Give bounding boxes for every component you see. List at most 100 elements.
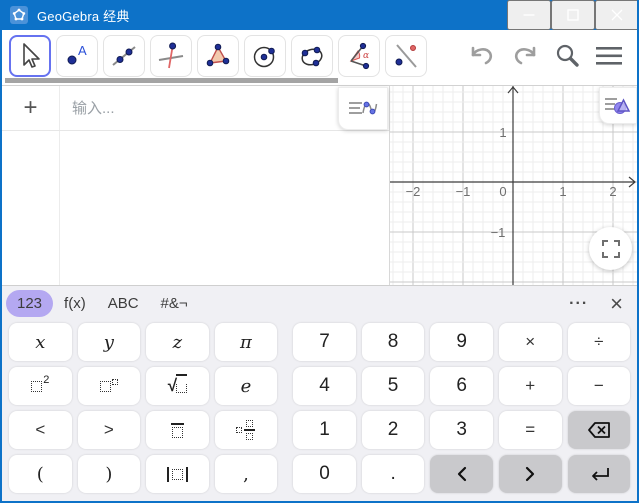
key-multiply[interactable]: × xyxy=(498,323,562,361)
reflect-tool-icon xyxy=(395,44,417,68)
tab-letters[interactable]: ABC xyxy=(97,290,150,317)
key-1[interactable]: 1 xyxy=(293,411,356,449)
virtual-keyboard: 123 f(x) ABC #&¬ ··· × x y z π 7 8 9 × ÷ xyxy=(2,285,637,501)
caret-right-icon xyxy=(526,466,535,482)
key-recurring-decimal[interactable] xyxy=(146,411,209,449)
key-x[interactable]: x xyxy=(9,323,72,361)
geogebra-window: GeoGebra 经典 A α + 输入... −2 −1 0 1 2 1 −1… xyxy=(0,0,639,503)
fullscreen-button[interactable] xyxy=(589,227,632,270)
key-3[interactable]: 3 xyxy=(430,411,493,449)
key-z[interactable]: z xyxy=(146,323,209,361)
maximize-button[interactable] xyxy=(551,0,595,30)
keyboard-more-button[interactable]: ··· xyxy=(569,295,588,313)
menu-icon xyxy=(596,47,622,65)
svg-text:−1: −1 xyxy=(456,184,471,199)
svg-text:2: 2 xyxy=(609,184,616,199)
key-enter[interactable] xyxy=(567,455,631,493)
angle-tool-button[interactable]: α xyxy=(338,35,380,77)
add-input-button[interactable]: + xyxy=(2,86,59,130)
key-cursor-right[interactable] xyxy=(498,455,562,493)
perpendicular-line-tool-button[interactable] xyxy=(150,35,192,77)
square-placeholder-icon xyxy=(31,380,43,392)
recurring-decimal-icon xyxy=(170,422,184,438)
key-0[interactable]: 0 xyxy=(293,455,356,493)
key-backspace[interactable] xyxy=(567,411,631,449)
search-icon xyxy=(556,44,579,67)
toolbar-scrollbar-thumb[interactable] xyxy=(5,78,338,83)
polygon-tool-button[interactable] xyxy=(197,35,239,77)
key-square[interactable]: 2 xyxy=(9,367,72,405)
caret-left-icon xyxy=(457,466,466,482)
key-equals[interactable]: = xyxy=(498,411,562,449)
line-tool-button[interactable] xyxy=(103,35,145,77)
key-y[interactable]: y xyxy=(77,323,141,361)
line-tool-icon xyxy=(112,46,136,66)
titlebar: GeoGebra 经典 xyxy=(2,0,637,30)
key-abs[interactable] xyxy=(146,455,209,493)
window-title: GeoGebra 经典 xyxy=(37,8,130,24)
key-mixed-fraction[interactable] xyxy=(214,411,278,449)
minimize-button[interactable] xyxy=(507,0,551,30)
tab-symbols[interactable]: #&¬ xyxy=(150,290,199,317)
key-9[interactable]: 9 xyxy=(430,323,493,361)
minimize-icon xyxy=(523,14,535,16)
polygon-tool-icon xyxy=(206,43,230,67)
key-divide[interactable]: ÷ xyxy=(567,323,631,361)
move-cursor-icon xyxy=(23,43,40,68)
app-logo-icon xyxy=(10,6,28,24)
keyboard-keys: x y z π 7 8 9 × ÷ 2 √ e 4 5 6 + − < > 1 … xyxy=(2,321,637,493)
key-8[interactable]: 8 xyxy=(361,323,425,361)
key-close-paren[interactable]: ) xyxy=(77,455,141,493)
svg-text:A: A xyxy=(78,43,87,58)
conic-through-points-tool-button[interactable] xyxy=(291,35,333,77)
key-pi[interactable]: π xyxy=(214,323,278,361)
move-tool-button[interactable] xyxy=(9,35,51,77)
toolbar-actions xyxy=(468,43,623,72)
fullscreen-icon xyxy=(601,239,620,258)
algebra-view: + xyxy=(2,86,390,285)
key-greater-than[interactable]: > xyxy=(77,411,141,449)
menu-button[interactable] xyxy=(595,45,623,70)
algebra-stylebar-button[interactable] xyxy=(338,87,388,130)
key-decimal-point[interactable]: . xyxy=(361,455,425,493)
key-plus[interactable]: + xyxy=(498,367,562,405)
close-button[interactable] xyxy=(595,0,637,30)
circle-tool-icon xyxy=(253,46,275,68)
key-comma[interactable]: , xyxy=(214,455,278,493)
svg-text:1: 1 xyxy=(559,184,566,199)
key-power[interactable] xyxy=(77,367,141,405)
key-less-than[interactable]: < xyxy=(9,411,72,449)
key-5[interactable]: 5 xyxy=(361,367,425,405)
graphics-view[interactable]: −2 −1 0 1 2 1 −1 xyxy=(390,86,637,285)
mixed-fraction-icon xyxy=(236,420,256,440)
close-icon xyxy=(611,9,623,21)
redo-button[interactable] xyxy=(511,44,539,71)
backspace-icon xyxy=(587,422,610,438)
svg-text:1: 1 xyxy=(499,125,506,140)
tab-numbers[interactable]: 123 xyxy=(6,290,54,317)
svg-text:−2: −2 xyxy=(406,184,421,199)
content-area: + 输入... −2 −1 0 1 2 1 −1 xyxy=(2,86,637,285)
algebra-input-row: + xyxy=(2,86,389,131)
key-open-paren[interactable]: ( xyxy=(9,455,72,493)
point-tool-button[interactable]: A xyxy=(56,35,98,77)
key-e[interactable]: e xyxy=(214,367,278,405)
circle-center-point-tool-button[interactable] xyxy=(244,35,286,77)
key-2[interactable]: 2 xyxy=(361,411,425,449)
enter-icon xyxy=(591,468,609,481)
keyboard-close-button[interactable]: × xyxy=(610,292,623,315)
key-7[interactable]: 7 xyxy=(293,323,356,361)
redo-icon xyxy=(514,46,536,65)
undo-button[interactable] xyxy=(468,44,496,71)
svg-text:−1: −1 xyxy=(491,225,506,240)
keyboard-tabs: 123 f(x) ABC #&¬ ··· × xyxy=(2,286,637,321)
key-cursor-left[interactable] xyxy=(430,455,493,493)
key-sqrt[interactable]: √ xyxy=(146,367,209,405)
key-4[interactable]: 4 xyxy=(293,367,356,405)
tab-functions[interactable]: f(x) xyxy=(53,290,97,317)
reflect-about-line-tool-button[interactable] xyxy=(385,35,427,77)
key-6[interactable]: 6 xyxy=(430,367,493,405)
search-button[interactable] xyxy=(554,43,580,72)
graphics-stylebar-button[interactable] xyxy=(599,87,637,124)
key-minus[interactable]: − xyxy=(567,367,631,405)
